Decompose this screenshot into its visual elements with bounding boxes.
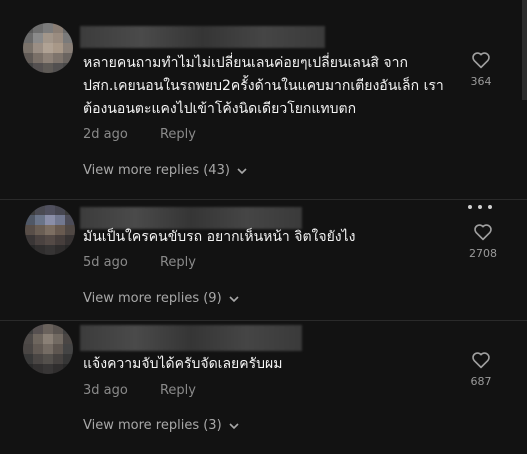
comment-text: มันเป็นใครคนขับรถ อยากเห็นหน้า จิตใจยังไ… xyxy=(83,229,356,245)
comment-3: แจ้งความจับได้ครับจัดเลยครับผม 3d ago Re… xyxy=(0,0,527,433)
comment-meta: 2d ago Reply xyxy=(83,127,196,142)
more-options-icon[interactable] xyxy=(468,203,492,211)
view-more-replies-button[interactable]: View more replies (9) xyxy=(83,291,240,306)
divider xyxy=(0,320,527,321)
view-more-replies-button[interactable]: View more replies (3) xyxy=(83,418,240,433)
heart-outline-icon xyxy=(472,352,490,369)
comment-text: แจ้งความจับได้ครับจัดเลยครับผม xyxy=(83,356,283,372)
like-count: 687 xyxy=(470,375,492,388)
divider xyxy=(0,199,527,200)
chevron-down-icon xyxy=(229,295,239,302)
avatar[interactable] xyxy=(25,205,75,255)
comment-meta: 3d ago Reply xyxy=(83,383,196,398)
chevron-down-icon xyxy=(229,422,239,429)
view-more-label: View more replies (43) xyxy=(83,163,230,178)
like-count: 2708 xyxy=(469,247,497,260)
like-button[interactable]: 687 xyxy=(453,351,509,388)
comment-meta: 5d ago Reply xyxy=(83,255,196,270)
comment-time: 2d ago xyxy=(83,127,128,142)
avatar[interactable] xyxy=(23,324,73,374)
reply-button[interactable]: Reply xyxy=(160,383,196,398)
comment-time: 3d ago xyxy=(83,383,128,398)
view-more-label: View more replies (3) xyxy=(83,418,222,433)
reply-button[interactable]: Reply xyxy=(160,127,196,142)
username-blurred[interactable] xyxy=(80,325,302,351)
view-more-replies-button[interactable]: View more replies (43) xyxy=(83,163,248,178)
comment-time: 5d ago xyxy=(83,255,128,270)
view-more-label: View more replies (9) xyxy=(83,291,222,306)
reply-button[interactable]: Reply xyxy=(160,255,196,270)
like-button[interactable]: 2708 xyxy=(455,223,511,260)
heart-outline-icon xyxy=(474,224,492,241)
chevron-down-icon xyxy=(237,167,247,174)
